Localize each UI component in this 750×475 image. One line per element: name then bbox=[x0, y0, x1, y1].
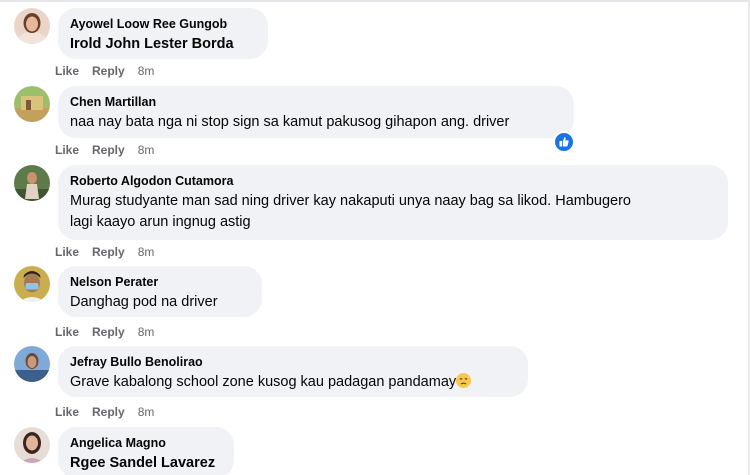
reply-button[interactable]: Reply bbox=[92, 405, 125, 419]
comment-bubble: Ayowel Loow Ree Gungob Irold John Lester… bbox=[58, 8, 268, 59]
comment-actions: Like Reply 8m bbox=[55, 64, 154, 78]
comment-actions: Like Reply 8m bbox=[55, 325, 154, 339]
like-button[interactable]: Like bbox=[55, 64, 79, 78]
avatar[interactable] bbox=[14, 427, 50, 463]
sad-face-emoji bbox=[456, 373, 472, 388]
like-button[interactable]: Like bbox=[55, 143, 79, 157]
comment-author[interactable]: Nelson Perater bbox=[70, 274, 250, 290]
comment-text: Danghag pod na driver bbox=[70, 294, 218, 310]
comment-bubble: Roberto Algodon Cutamora Murag studyante… bbox=[58, 165, 728, 240]
reply-button[interactable]: Reply bbox=[92, 143, 125, 157]
comment-actions: Like Reply 8m bbox=[55, 143, 154, 157]
comment-author[interactable]: Ayowel Loow Ree Gungob bbox=[70, 16, 256, 32]
comment-text[interactable]: Rgee Sandel Lavarez bbox=[70, 453, 222, 474]
reply-button[interactable]: Reply bbox=[92, 245, 125, 259]
comment-author[interactable]: Angelica Magno bbox=[70, 435, 222, 451]
comment-timestamp[interactable]: 8m bbox=[138, 405, 155, 419]
avatar[interactable] bbox=[14, 266, 50, 302]
comment-text-wrap: Grave kabalong school zone kusog kau pad… bbox=[70, 372, 516, 393]
comment-timestamp[interactable]: 8m bbox=[138, 245, 155, 259]
comment-thread: Ayowel Loow Ree Gungob Irold John Lester… bbox=[0, 0, 750, 475]
comment-timestamp[interactable]: 8m bbox=[138, 325, 155, 339]
reply-button[interactable]: Reply bbox=[92, 64, 125, 78]
comment-text: Grave kabalong school zone kusog kau pad… bbox=[70, 374, 457, 390]
comment-text-line: lagi kaayo arun ingnug astig bbox=[70, 214, 251, 230]
avatar[interactable] bbox=[14, 86, 50, 122]
comment-author[interactable]: Chen Martillan bbox=[70, 94, 562, 110]
comment-bubble: Chen Martillan naa nay bata nga ni stop … bbox=[58, 86, 574, 138]
like-reaction-icon[interactable] bbox=[553, 131, 575, 153]
like-button[interactable]: Like bbox=[55, 245, 79, 259]
avatar[interactable] bbox=[14, 8, 50, 44]
comment-bubble: Jefray Bullo Benolirao Grave kabalong sc… bbox=[58, 346, 528, 397]
comment-bubble: Angelica Magno Rgee Sandel Lavarez bbox=[58, 427, 234, 475]
comment-text[interactable]: Irold John Lester Borda bbox=[70, 34, 256, 55]
comment-author[interactable]: Jefray Bullo Benolirao bbox=[70, 354, 516, 370]
avatar[interactable] bbox=[14, 346, 50, 382]
comment-author[interactable]: Roberto Algodon Cutamora bbox=[70, 173, 716, 189]
reply-button[interactable]: Reply bbox=[92, 325, 125, 339]
comment-timestamp[interactable]: 8m bbox=[138, 64, 155, 78]
comment-bubble: Nelson Perater Danghag pod na driver bbox=[58, 266, 262, 317]
comment-text-line: Murag studyante man sad ning driver kay … bbox=[70, 193, 631, 209]
comment-text: naa nay bata nga ni stop sign sa kamut p… bbox=[70, 114, 510, 130]
like-button[interactable]: Like bbox=[55, 405, 79, 419]
like-button[interactable]: Like bbox=[55, 325, 79, 339]
top-divider bbox=[0, 0, 750, 2]
comment-actions: Like Reply 8m bbox=[55, 405, 154, 419]
comment-actions: Like Reply 8m bbox=[55, 245, 154, 259]
avatar[interactable] bbox=[14, 165, 50, 201]
comment-timestamp[interactable]: 8m bbox=[138, 143, 155, 157]
